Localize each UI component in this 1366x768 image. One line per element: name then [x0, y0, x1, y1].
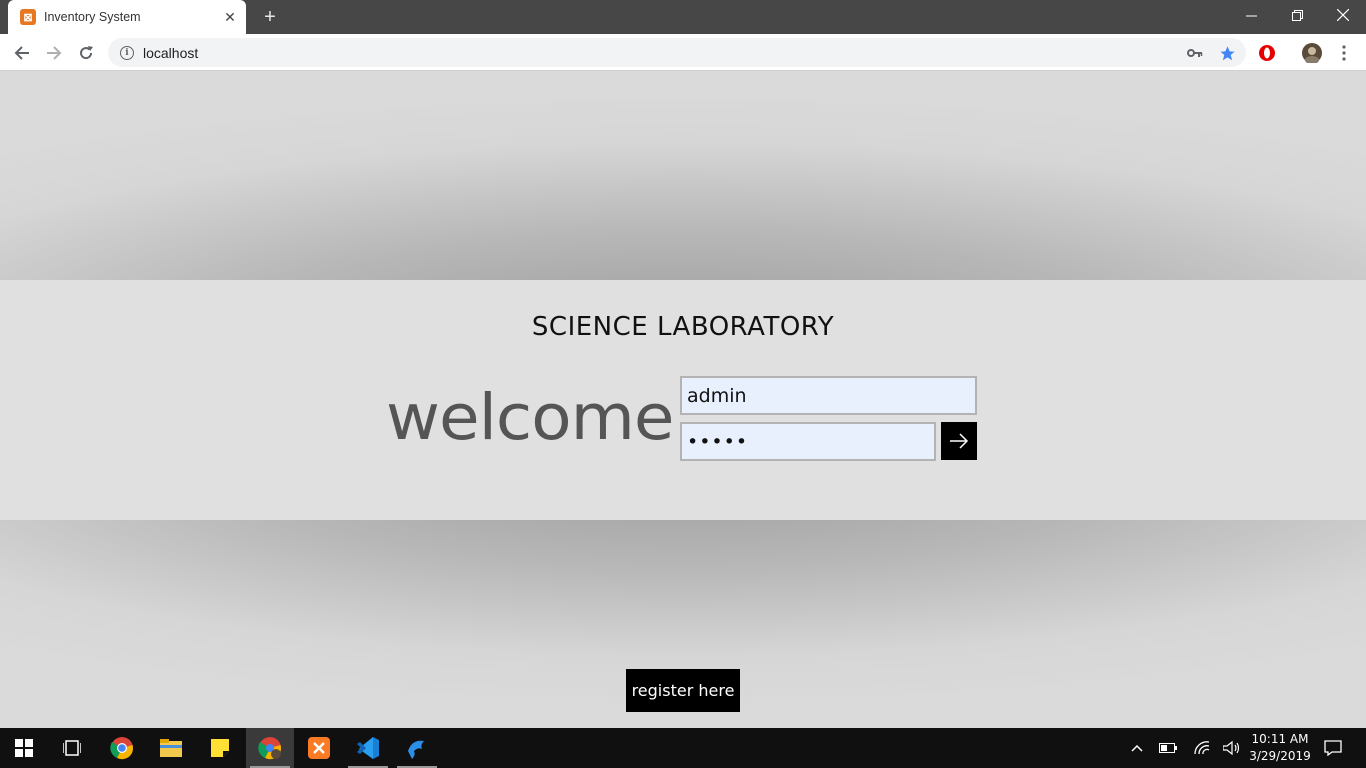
notification-center-icon[interactable]: [1323, 738, 1343, 758]
browser-toolbar: i localhost: [0, 34, 1366, 71]
windows-taskbar: 10:11 AM 3/29/2019: [0, 728, 1366, 768]
restore-icon: [1291, 9, 1303, 21]
chrome-profile-icon: [258, 737, 281, 760]
folder-icon: [160, 739, 182, 757]
forward-button[interactable]: [41, 40, 67, 66]
info-icon[interactable]: i: [120, 45, 134, 60]
close-tab-button[interactable]: ✕: [220, 7, 240, 27]
windows-logo-icon: [15, 739, 33, 757]
browser-tab[interactable]: ⊠ Inventory System ✕: [8, 0, 246, 34]
start-button[interactable]: [0, 728, 48, 768]
clock-date: 3/29/2019: [1249, 749, 1311, 763]
chrome-taskbar-app[interactable]: [98, 728, 146, 768]
key-icon[interactable]: [1186, 44, 1204, 62]
welcome-heading: welcome: [386, 380, 674, 455]
dolphin-icon: [408, 740, 424, 759]
back-button[interactable]: [9, 40, 35, 66]
restore-button[interactable]: [1274, 0, 1320, 30]
chrome-icon: [110, 737, 133, 760]
minimize-button[interactable]: [1228, 0, 1274, 30]
register-button[interactable]: register here: [626, 669, 740, 712]
xampp-icon: [308, 737, 330, 759]
sticky-note-icon: [211, 739, 229, 757]
sticky-notes-taskbar-app[interactable]: [196, 728, 244, 768]
tab-title: Inventory System: [44, 10, 141, 24]
login-submit-button[interactable]: [941, 422, 977, 460]
volume-icon[interactable]: [1222, 738, 1242, 758]
reload-icon: [80, 46, 93, 60]
vscode-taskbar-app[interactable]: [344, 728, 392, 768]
profile-avatar[interactable]: [1302, 43, 1322, 63]
xampp-taskbar-app[interactable]: [295, 728, 343, 768]
chrome-profile-taskbar-app[interactable]: [246, 728, 294, 768]
clock-time: 10:11 AM: [1251, 732, 1309, 746]
xampp-icon: ⊠: [20, 9, 36, 25]
close-window-button[interactable]: [1320, 0, 1366, 30]
chevron-up-icon[interactable]: [1127, 738, 1147, 758]
task-view-button[interactable]: [48, 728, 96, 768]
new-tab-button[interactable]: +: [258, 5, 282, 29]
reload-button[interactable]: [73, 40, 99, 66]
password-input[interactable]: •••••: [680, 422, 936, 461]
system-clock[interactable]: 10:11 AM 3/29/2019: [1246, 731, 1314, 765]
address-bar[interactable]: i localhost: [108, 38, 1246, 67]
menu-kebab-icon[interactable]: [1334, 43, 1354, 63]
arrow-left-icon: [14, 46, 29, 60]
vscode-icon: [357, 737, 379, 759]
battery-icon[interactable]: [1158, 738, 1178, 758]
background-band-top: [0, 71, 1366, 280]
arrow-right-icon: [47, 46, 62, 60]
arrow-right-icon: [950, 433, 969, 449]
username-input[interactable]: admin: [680, 376, 977, 415]
task-view-icon: [63, 740, 81, 756]
opera-extension-icon[interactable]: [1257, 43, 1277, 63]
browser-tab-strip: ⊠ Inventory System ✕ +: [0, 0, 1366, 34]
page-title: SCIENCE LABORATORY: [531, 312, 835, 342]
page-viewport: SCIENCE LABORATORY welcome admin ••••• r…: [0, 71, 1366, 728]
login-panel: SCIENCE LABORATORY welcome admin •••••: [0, 280, 1366, 520]
url-text: localhost: [143, 44, 199, 61]
minimize-icon: [1245, 15, 1257, 16]
dolphin-taskbar-app[interactable]: [393, 728, 441, 768]
bookmark-star-icon[interactable]: [1218, 44, 1236, 62]
network-icon[interactable]: [1192, 738, 1212, 758]
file-explorer-taskbar-app[interactable]: [147, 728, 195, 768]
close-icon: [1337, 9, 1349, 21]
